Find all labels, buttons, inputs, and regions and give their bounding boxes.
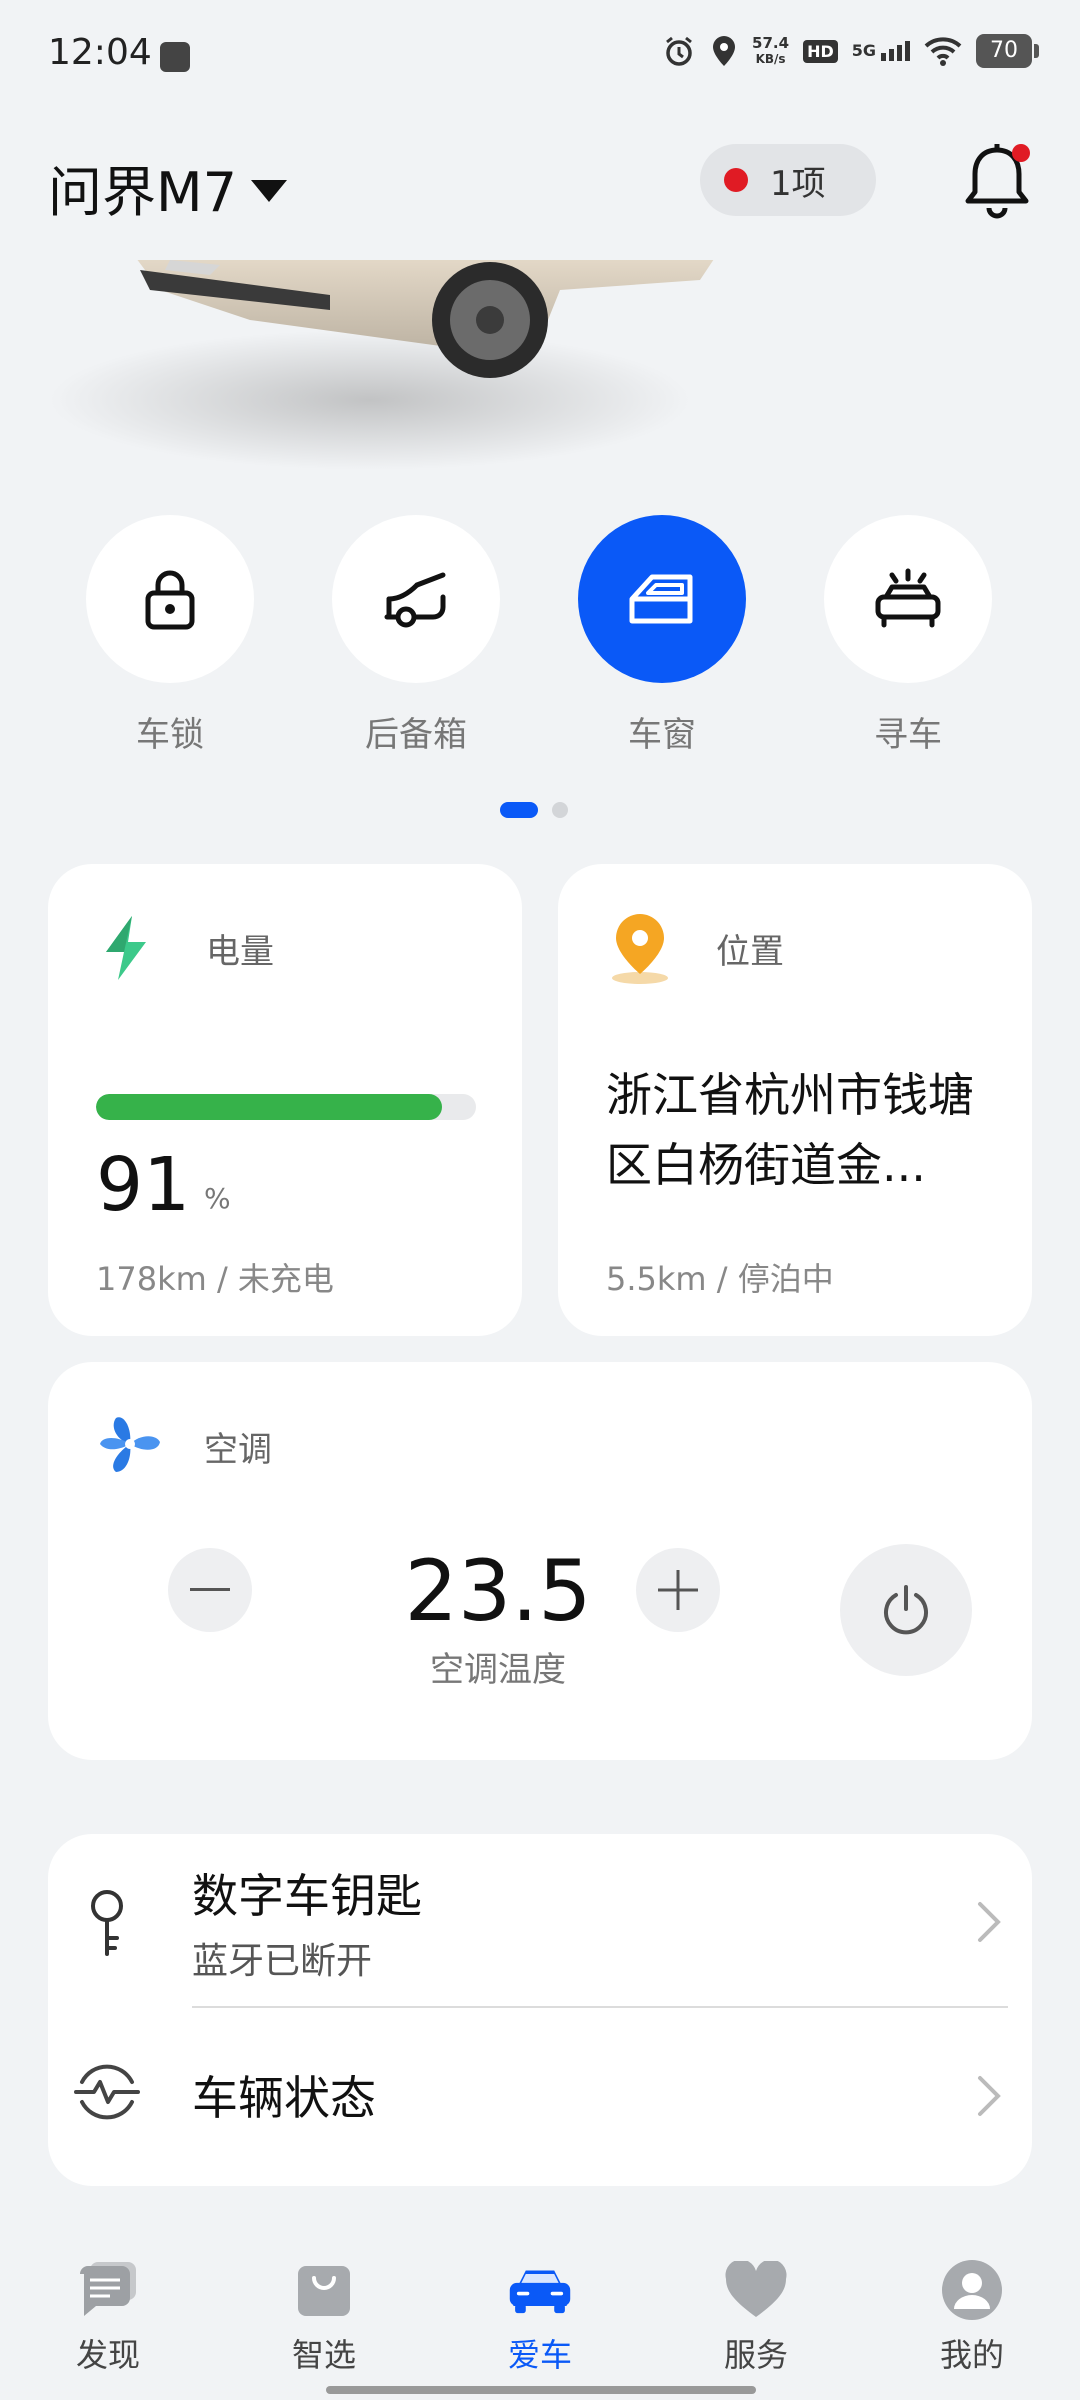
- find-car-icon: [875, 568, 941, 628]
- ac-power-button[interactable]: [840, 1544, 972, 1676]
- location-pin-icon: [612, 914, 668, 984]
- key-icon: [91, 1890, 123, 1956]
- status-time: 12:04: [48, 32, 152, 73]
- window-button[interactable]: [578, 515, 746, 683]
- hd-badge: HD: [803, 39, 838, 63]
- battery-indicator: 70: [976, 34, 1039, 68]
- location-detail: 5.5km / 停泊中: [606, 1260, 834, 1298]
- energy-progress-fill: [96, 1094, 442, 1120]
- digital-key-title: 数字车钥匙: [192, 1869, 422, 1923]
- location-address: 浙江省杭州市钱塘区白杨街道金...: [606, 1068, 974, 1192]
- network-speed-value: 57.4: [752, 34, 790, 52]
- app-notification-icon: [160, 42, 190, 72]
- page-indicator: [500, 802, 568, 818]
- energy-card[interactable]: 电量 91 % 178km / 未充电: [48, 864, 522, 1336]
- ac-card: 空调 23.5 空调温度: [48, 1362, 1032, 1760]
- profile-icon: [942, 2260, 1002, 2320]
- trunk-label: 后备箱: [365, 715, 467, 755]
- shopping-bag-icon: [298, 2266, 350, 2316]
- home-indicator[interactable]: [326, 2386, 756, 2394]
- power-icon: [884, 1585, 928, 1635]
- find-car-control[interactable]: 寻车: [824, 515, 992, 756]
- nav-mall[interactable]: 智选: [254, 2258, 394, 2376]
- bottom-navigation: 发现 智选 爱车 服务 我的: [0, 2232, 1080, 2400]
- nav-mall-label: 智选: [291, 2336, 356, 2374]
- car-illustration: [50, 250, 720, 470]
- vehicle-name: 问界M7: [48, 161, 237, 224]
- nav-profile-label: 我的: [939, 2336, 1004, 2374]
- window-label: 车窗: [628, 715, 696, 755]
- quick-controls: 车锁 后备箱 车窗 寻车: [0, 515, 1080, 775]
- find-car-button[interactable]: [824, 515, 992, 683]
- location-title: 位置: [716, 932, 784, 972]
- heart-icon: [725, 2261, 787, 2317]
- lock-button[interactable]: [86, 515, 254, 683]
- status-bar: 12:04 57.4 KB/s HD 5G 70: [0, 0, 1080, 110]
- lightning-icon: [106, 916, 146, 980]
- window-control[interactable]: 车窗: [578, 515, 746, 756]
- nav-my-car[interactable]: 爱车: [470, 2258, 610, 2376]
- energy-percent-unit: %: [204, 1182, 231, 1215]
- status-icons: 57.4 KB/s HD 5G 70: [662, 34, 1039, 68]
- car-icon: [509, 2270, 571, 2314]
- nav-discover[interactable]: 发现: [38, 2258, 178, 2376]
- page-dot: [552, 802, 568, 818]
- vehicle-menu-card: 数字车钥匙 蓝牙已断开 车辆状态: [48, 1834, 1032, 2186]
- plus-icon: [658, 1570, 698, 1610]
- energy-title: 电量: [206, 932, 274, 972]
- nav-discover-label: 发现: [75, 2336, 140, 2374]
- chevron-right-icon: [978, 1902, 1001, 1942]
- wifi-icon: [924, 37, 962, 66]
- minus-icon: [190, 1588, 230, 1591]
- trunk-button[interactable]: [332, 515, 500, 683]
- energy-percent: 91: [96, 1142, 191, 1228]
- alerts-pill[interactable]: 1项: [700, 144, 876, 216]
- signal-icon: 5G: [852, 41, 910, 61]
- nav-service-label: 服务: [723, 2336, 788, 2374]
- ac-title: 空调: [204, 1430, 272, 1470]
- alert-dot-icon: [724, 168, 748, 192]
- trunk-icon: [384, 572, 446, 628]
- digital-key-row[interactable]: 数字车钥匙 蓝牙已断开: [48, 1834, 1032, 2008]
- fan-icon: [100, 1417, 160, 1472]
- vehicle-status-icon: [74, 2064, 140, 2120]
- temp-increase-button[interactable]: [636, 1548, 720, 1632]
- location-card[interactable]: 位置 浙江省杭州市钱塘区白杨街道金... 5.5km / 停泊中: [558, 864, 1032, 1336]
- notification-dot: [1012, 144, 1030, 162]
- nav-service[interactable]: 服务: [686, 2258, 826, 2376]
- chevron-right-icon: [978, 2076, 1001, 2116]
- vehicle-status-title: 车辆状态: [192, 2071, 376, 2125]
- lock-label: 车锁: [136, 715, 204, 755]
- ac-temperature: 23.5: [404, 1542, 592, 1640]
- network-type: 5G: [851, 41, 876, 60]
- energy-detail: 178km / 未充电: [96, 1260, 334, 1298]
- row-divider: [192, 2006, 1008, 2008]
- network-speed-unit: KB/s: [755, 52, 786, 66]
- lock-icon: [145, 570, 195, 630]
- nav-profile[interactable]: 我的: [902, 2258, 1042, 2376]
- discover-icon: [80, 2262, 136, 2316]
- alarm-icon: [666, 36, 692, 66]
- energy-progress-bar: [96, 1094, 476, 1120]
- alerts-count: 1项: [770, 163, 826, 204]
- vehicle-status-row[interactable]: 车辆状态: [48, 2010, 1032, 2186]
- car-image: [0, 250, 1080, 470]
- dropdown-arrow-icon: [250, 179, 287, 202]
- app-header: 问界M7 1项: [0, 110, 1080, 260]
- vehicle-selector[interactable]: 问界M7: [48, 148, 287, 227]
- find-car-label: 寻车: [874, 715, 942, 755]
- ac-temperature-label: 空调温度: [430, 1650, 566, 1690]
- temp-decrease-button[interactable]: [168, 1548, 252, 1632]
- lock-control[interactable]: 车锁: [86, 515, 254, 756]
- trunk-control[interactable]: 后备箱: [332, 515, 500, 756]
- digital-key-status: 蓝牙已断开: [192, 1941, 373, 1982]
- window-icon: [629, 574, 693, 624]
- location-status-icon: [713, 36, 736, 66]
- page-dot-active: [500, 802, 538, 818]
- nav-my-car-label: 爱车: [507, 2336, 572, 2374]
- network-speed: 57.4 KB/s: [752, 35, 789, 67]
